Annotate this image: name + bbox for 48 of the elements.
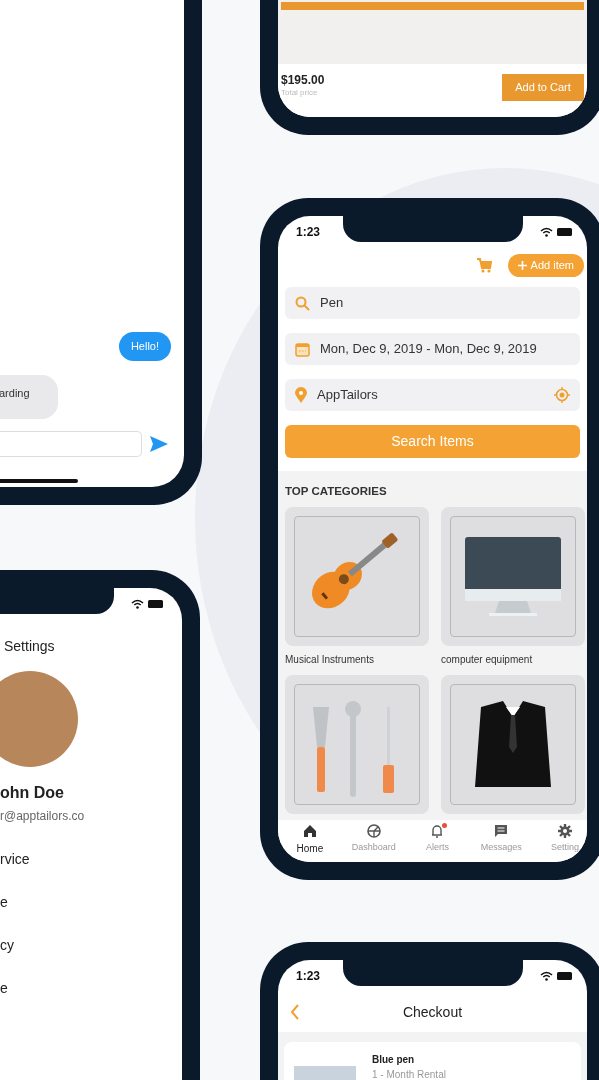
category-tile[interactable] bbox=[285, 507, 429, 647]
menu-item[interactable]: e bbox=[0, 978, 182, 999]
battery-icon bbox=[148, 600, 164, 608]
category-label: Musical Instruments bbox=[285, 653, 375, 668]
battery-icon bbox=[557, 972, 573, 980]
section-heading: TOP CATEGORIES bbox=[285, 484, 388, 499]
settings-icon bbox=[558, 824, 573, 838]
tab[interactable]: Home bbox=[278, 820, 342, 862]
date-range-field[interactable]: Mon, Dec 9, 2019 - Mon, Dec 9, 2019 bbox=[285, 333, 580, 365]
category-tile[interactable] bbox=[285, 675, 429, 815]
calendar-icon bbox=[295, 341, 310, 357]
category-tile[interactable] bbox=[441, 675, 585, 815]
bell-icon bbox=[430, 824, 445, 838]
chat-bubble: arding bbox=[0, 374, 58, 419]
location-field[interactable]: AppTailors bbox=[285, 379, 580, 411]
wifi-icon bbox=[540, 971, 553, 981]
search-icon bbox=[295, 295, 310, 311]
dashboard-icon bbox=[366, 824, 381, 838]
profile-email: r@apptailors.co bbox=[0, 808, 86, 825]
category-tile[interactable] bbox=[441, 507, 585, 647]
screen-title: Checkout bbox=[401, 1002, 464, 1022]
status-time: 1:23 bbox=[296, 968, 321, 985]
menu-item[interactable]: e bbox=[0, 892, 182, 913]
message-field[interactable] bbox=[0, 431, 142, 457]
category-label: computer equipment bbox=[441, 653, 534, 668]
item-detail: 1 - Month Rental bbox=[372, 1068, 446, 1080]
wifi-icon bbox=[131, 599, 144, 609]
search-field[interactable]: Pen bbox=[285, 287, 580, 319]
status-time: 1:23 bbox=[296, 224, 321, 241]
item-name: Blue pen bbox=[372, 1053, 416, 1067]
menu-item[interactable]: rvice bbox=[0, 849, 182, 870]
battery-icon bbox=[557, 228, 573, 236]
price-label: Total price bbox=[281, 87, 319, 100]
message-icon bbox=[494, 824, 509, 838]
send-icon[interactable] bbox=[150, 436, 168, 452]
item-card[interactable]: Blue pen 1 - Month Rental bbox=[284, 1042, 581, 1080]
wifi-icon bbox=[540, 227, 553, 237]
plus-icon bbox=[517, 261, 527, 270]
profile-name: ohn Doe bbox=[0, 783, 65, 803]
home-icon bbox=[302, 824, 317, 838]
pin-icon bbox=[295, 387, 307, 403]
target-icon[interactable] bbox=[554, 387, 570, 403]
back-icon[interactable] bbox=[290, 1004, 300, 1020]
cart-icon[interactable] bbox=[475, 258, 492, 273]
chat-bubble: Hello! bbox=[118, 332, 171, 361]
screen-title: Settings bbox=[4, 637, 56, 656]
total-price: $195.00 bbox=[281, 74, 325, 88]
menu-item[interactable]: cy bbox=[0, 935, 182, 956]
